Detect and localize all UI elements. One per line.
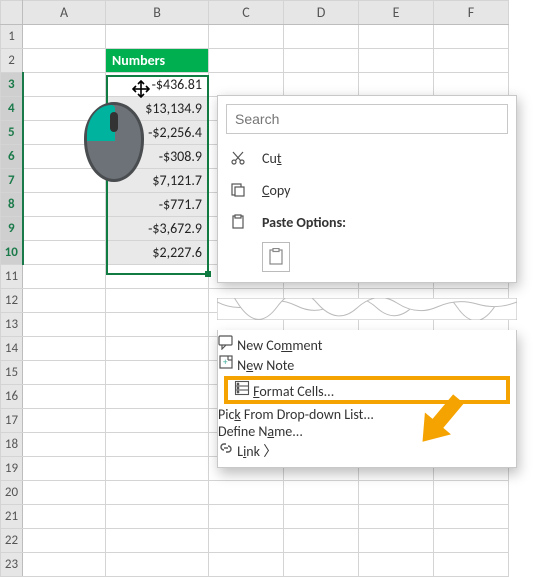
menu-item-new-comment[interactable]: New Comment xyxy=(218,334,516,354)
row-header[interactable]: 16 xyxy=(1,385,23,409)
context-menu: Cut Copy Paste Options: xyxy=(217,95,517,283)
row-header[interactable]: 3 xyxy=(1,73,23,97)
row-header[interactable]: 20 xyxy=(1,481,23,505)
row-header[interactable]: 10 xyxy=(1,241,23,265)
spreadsheet-grid[interactable]: A B C D E F 1 2Numbers 3-$436.81 4$13,13… xyxy=(0,0,509,577)
menu-item-new-note[interactable]: + New Note xyxy=(218,354,516,374)
col-header-c[interactable]: C xyxy=(209,1,284,25)
clipboard-icon xyxy=(228,212,248,232)
col-header-a[interactable]: A xyxy=(23,1,106,25)
paste-options-row xyxy=(218,238,516,282)
torn-edge xyxy=(217,298,517,320)
menu-label: Pick From Drop-down List... xyxy=(218,406,374,423)
select-all-corner[interactable] xyxy=(1,1,23,25)
cell[interactable]: -$3,672.9 xyxy=(106,217,209,241)
menu-label: Paste Options: xyxy=(262,214,502,231)
context-search xyxy=(218,96,516,142)
paste-option-button[interactable] xyxy=(262,242,290,272)
row-header[interactable]: 7 xyxy=(1,169,23,193)
row-header[interactable]: 5 xyxy=(1,121,23,145)
col-header-f[interactable]: F xyxy=(434,1,509,25)
cell-cursor-icon xyxy=(132,80,150,98)
menu-label: Define Name... xyxy=(218,423,303,440)
menu-label: Cut xyxy=(262,150,502,167)
row-header[interactable]: 12 xyxy=(1,289,23,313)
row-header[interactable]: 13 xyxy=(1,313,23,337)
col-header-e[interactable]: E xyxy=(359,1,434,25)
menu-label: Link xyxy=(237,443,260,460)
callout-arrow-icon xyxy=(410,380,480,454)
row-header[interactable]: 8 xyxy=(1,193,23,217)
row-header[interactable]: 14 xyxy=(1,337,23,361)
menu-item-paste-options: Paste Options: xyxy=(218,206,516,238)
menu-label: New Note xyxy=(237,357,294,374)
copy-icon xyxy=(228,180,248,200)
menu-label: Copy xyxy=(262,182,502,199)
context-search-input[interactable] xyxy=(226,104,508,134)
row-header[interactable]: 21 xyxy=(1,505,23,529)
link-icon xyxy=(218,443,237,460)
svg-text:+: + xyxy=(223,357,228,368)
menu-item-copy[interactable]: Copy xyxy=(218,174,516,206)
menu-label: New Comment xyxy=(237,337,322,354)
row-header[interactable]: 4 xyxy=(1,97,23,121)
row-header[interactable]: 1 xyxy=(1,25,23,49)
cell[interactable]: -$436.81 xyxy=(106,73,209,97)
chevron-right-icon: 〉 xyxy=(263,443,277,460)
row-header[interactable]: 11 xyxy=(1,265,23,289)
row-header[interactable]: 6 xyxy=(1,145,23,169)
row-header[interactable]: 19 xyxy=(1,457,23,481)
cell[interactable]: -$771.7 xyxy=(106,193,209,217)
note-icon: + xyxy=(218,357,237,374)
row-header[interactable]: 22 xyxy=(1,529,23,553)
row-header[interactable]: 9 xyxy=(1,217,23,241)
row-header[interactable]: 18 xyxy=(1,433,23,457)
col-header-b[interactable]: B xyxy=(106,1,209,25)
format-cells-icon xyxy=(234,383,253,400)
comment-icon xyxy=(218,337,237,354)
row-header[interactable]: 23 xyxy=(1,553,23,577)
col-header-d[interactable]: D xyxy=(284,1,359,25)
row-header[interactable]: 17 xyxy=(1,409,23,433)
menu-label: Format Cells... xyxy=(253,383,334,400)
menu-item-cut[interactable]: Cut xyxy=(218,142,516,174)
mouse-graphic xyxy=(84,102,144,182)
row-header[interactable]: 15 xyxy=(1,361,23,385)
scissors-icon xyxy=(228,148,248,168)
cell-header-numbers[interactable]: Numbers xyxy=(106,49,209,73)
row-header[interactable]: 2 xyxy=(1,49,23,73)
cell[interactable]: $2,227.6 xyxy=(106,241,209,265)
